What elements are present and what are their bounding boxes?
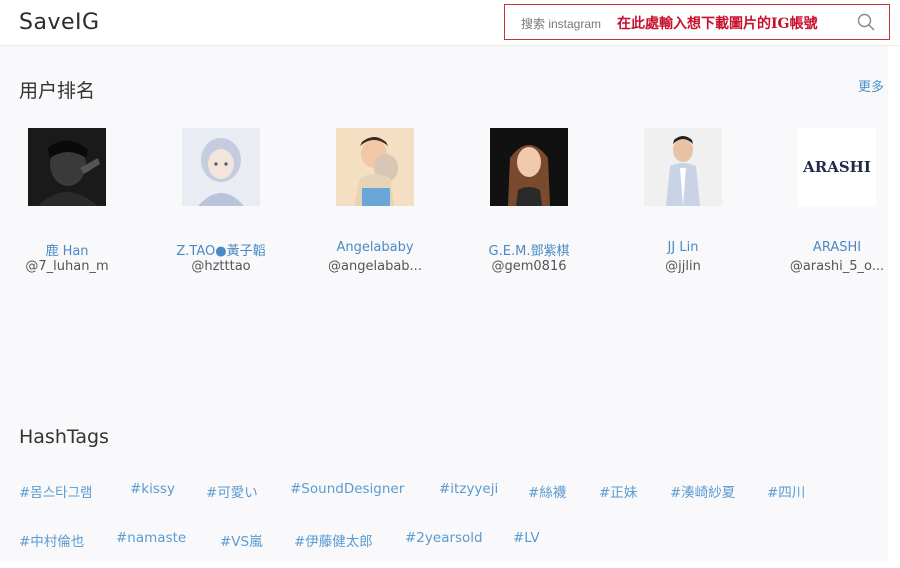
hashtag-link[interactable]: #可愛い bbox=[206, 481, 258, 501]
user-handle: @angelabab... bbox=[328, 259, 422, 274]
search-input[interactable]: 搜索 instagram bbox=[521, 15, 601, 32]
hashtag-link[interactable]: #kissy bbox=[130, 481, 175, 497]
hashtag-link[interactable]: #正妹 bbox=[599, 481, 637, 501]
hashtag-link[interactable]: #itzyyeji bbox=[439, 481, 498, 497]
hashtag-link[interactable]: #SoundDesigner bbox=[290, 481, 404, 497]
ranking-title: 用户排名 bbox=[19, 80, 96, 102]
hashtag-link[interactable]: #伊藤健太郎 bbox=[294, 530, 373, 550]
user-name[interactable]: G.E.M.鄧紫棋 bbox=[454, 240, 604, 259]
main-content: 用户排名 更多 鹿 Han @7_luhan_m Z.TAO●黃子韜 @hztt… bbox=[0, 46, 888, 562]
avatar[interactable] bbox=[182, 128, 260, 206]
hashtag-link[interactable]: #中村倫也 bbox=[19, 530, 84, 550]
user-name[interactable]: 鹿 Han bbox=[0, 240, 142, 259]
user-card[interactable]: Z.TAO●黃子韜 @hztttao bbox=[146, 128, 296, 288]
hashtags-title: HashTags bbox=[19, 426, 109, 448]
more-link[interactable]: 更多 bbox=[858, 76, 884, 95]
avatar[interactable]: ARASHI bbox=[798, 128, 876, 206]
user-handle: @hztttao bbox=[191, 259, 251, 274]
top-bar: SaveIG 搜索 instagram 在此處輸入想下載圖片的IG帳號 bbox=[0, 0, 900, 46]
user-handle: @arashi_5_o... bbox=[789, 259, 885, 274]
user-name[interactable]: Angelababy bbox=[300, 240, 450, 255]
hashtag-link[interactable]: #四川 bbox=[767, 481, 805, 501]
user-card[interactable]: ARASHI ARASHI @arashi_5_o... bbox=[762, 128, 900, 288]
user-card[interactable]: JJ Lin @jjlin bbox=[608, 128, 758, 288]
arashi-logo: ARASHI bbox=[802, 158, 871, 176]
search-icon[interactable] bbox=[857, 13, 875, 31]
hashtag-link[interactable]: #湊崎紗夏 bbox=[670, 481, 735, 501]
user-name[interactable]: Z.TAO●黃子韜 bbox=[146, 240, 296, 259]
avatar[interactable] bbox=[336, 128, 414, 206]
user-card[interactable]: G.E.M.鄧紫棋 @gem0816 bbox=[454, 128, 604, 288]
user-name[interactable]: JJ Lin bbox=[608, 240, 758, 255]
hashtag-link[interactable]: #LV bbox=[513, 530, 540, 546]
avatar[interactable] bbox=[644, 128, 722, 206]
user-handle: @7_luhan_m bbox=[25, 259, 109, 274]
avatar[interactable] bbox=[490, 128, 568, 206]
user-name[interactable]: ARASHI bbox=[762, 240, 900, 255]
search-box[interactable]: 搜索 instagram 在此處輸入想下載圖片的IG帳號 bbox=[504, 4, 890, 40]
site-logo[interactable]: SaveIG bbox=[19, 10, 100, 35]
hashtag-link[interactable]: #namaste bbox=[116, 530, 186, 546]
user-card[interactable]: 鹿 Han @7_luhan_m bbox=[0, 128, 142, 288]
user-card[interactable]: Angelababy @angelabab... bbox=[300, 128, 450, 288]
user-handle: @jjlin bbox=[665, 259, 701, 274]
user-handle: @gem0816 bbox=[491, 259, 567, 274]
hashtag-link[interactable]: #VS嵐 bbox=[220, 530, 263, 550]
avatar[interactable] bbox=[28, 128, 106, 206]
hashtag-link[interactable]: #絲襪 bbox=[528, 481, 566, 501]
hashtag-link[interactable]: #2yearsold bbox=[405, 530, 483, 546]
search-hint-text: 在此處輸入想下載圖片的IG帳號 bbox=[617, 16, 818, 32]
hashtag-link[interactable]: #몸스타그램 bbox=[19, 481, 92, 501]
